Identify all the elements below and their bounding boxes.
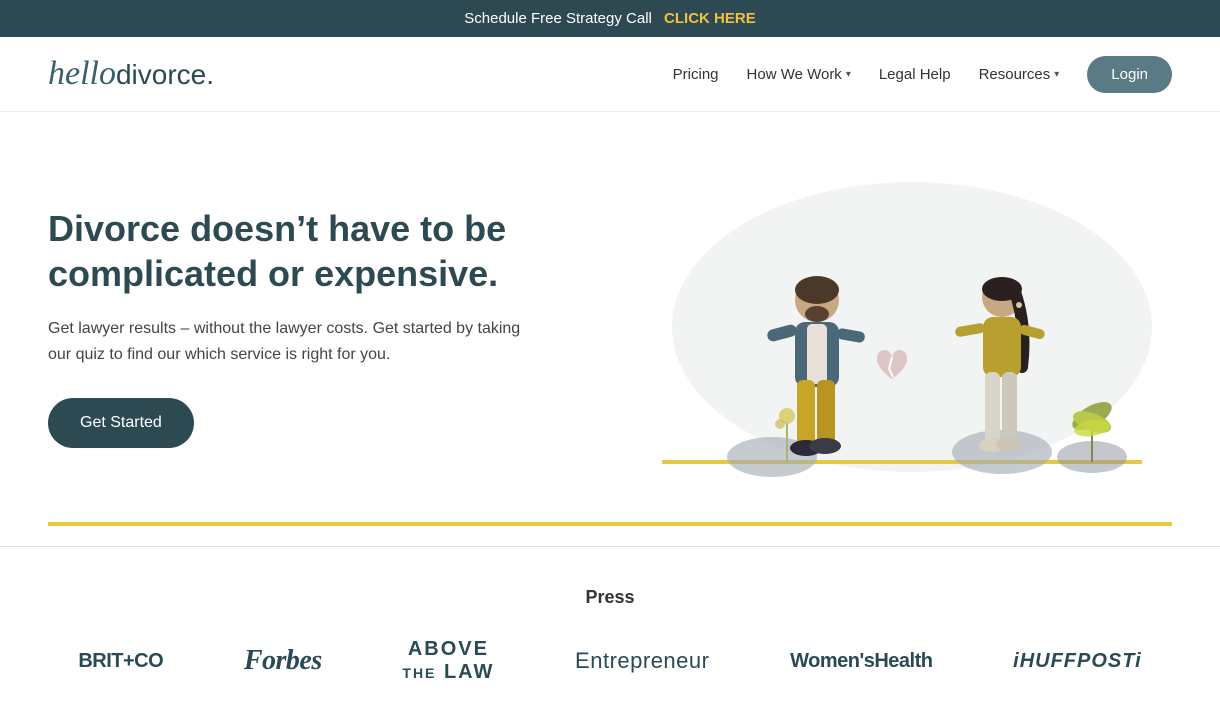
hero-illustration — [612, 172, 1172, 482]
hero-subtext: Get lawyer results – without the lawyer … — [48, 316, 528, 367]
nav-how-we-work[interactable]: How We Work ▾ — [747, 66, 851, 83]
press-title: Press — [48, 587, 1172, 608]
hero-svg — [612, 172, 1172, 482]
logo[interactable]: hellodivorce. — [48, 55, 214, 93]
logo-hello: hello — [48, 55, 116, 93]
hero-heading: Divorce doesn’t have to be complicated o… — [48, 206, 528, 296]
press-logo-womens-health[interactable]: Women'sHealth — [790, 650, 932, 673]
banner-cta[interactable]: CLICK HERE — [664, 10, 756, 27]
login-button[interactable]: Login — [1087, 56, 1172, 93]
press-logos: BRIT+CO Forbes ABOVETHE LAW Entrepreneur… — [48, 638, 1172, 684]
press-logo-entrepreneur[interactable]: Entrepreneur — [575, 648, 709, 674]
press-section: Press BRIT+CO Forbes ABOVETHE LAW Entrep… — [0, 546, 1220, 714]
main-nav: Pricing How We Work ▾ Legal Help Resourc… — [673, 56, 1172, 93]
logo-divorce: divorce — [116, 59, 206, 91]
yellow-accent-line — [48, 522, 1172, 526]
press-logo-above-law[interactable]: ABOVETHE LAW — [402, 638, 494, 684]
get-started-button[interactable]: Get Started — [48, 398, 194, 448]
how-we-work-chevron-icon: ▾ — [846, 69, 851, 80]
hero-text: Divorce doesn’t have to be complicated o… — [48, 206, 528, 447]
hero-section: Divorce doesn’t have to be complicated o… — [0, 112, 1220, 522]
top-banner: Schedule Free Strategy Call CLICK HERE — [0, 0, 1220, 37]
nav-legal-help[interactable]: Legal Help — [879, 66, 951, 83]
press-logo-forbes[interactable]: Forbes — [244, 645, 322, 677]
press-logo-britco[interactable]: BRIT+CO — [78, 650, 163, 673]
resources-chevron-icon: ▾ — [1054, 69, 1059, 80]
banner-text: Schedule Free Strategy Call — [464, 10, 652, 27]
nav-pricing[interactable]: Pricing — [673, 66, 719, 83]
nav-resources[interactable]: Resources ▾ — [979, 66, 1060, 83]
logo-dot: . — [206, 59, 214, 91]
press-logo-huffpost[interactable]: iHUFFPOSTi — [1013, 650, 1142, 673]
header: hellodivorce. Pricing How We Work ▾ Lega… — [0, 37, 1220, 112]
